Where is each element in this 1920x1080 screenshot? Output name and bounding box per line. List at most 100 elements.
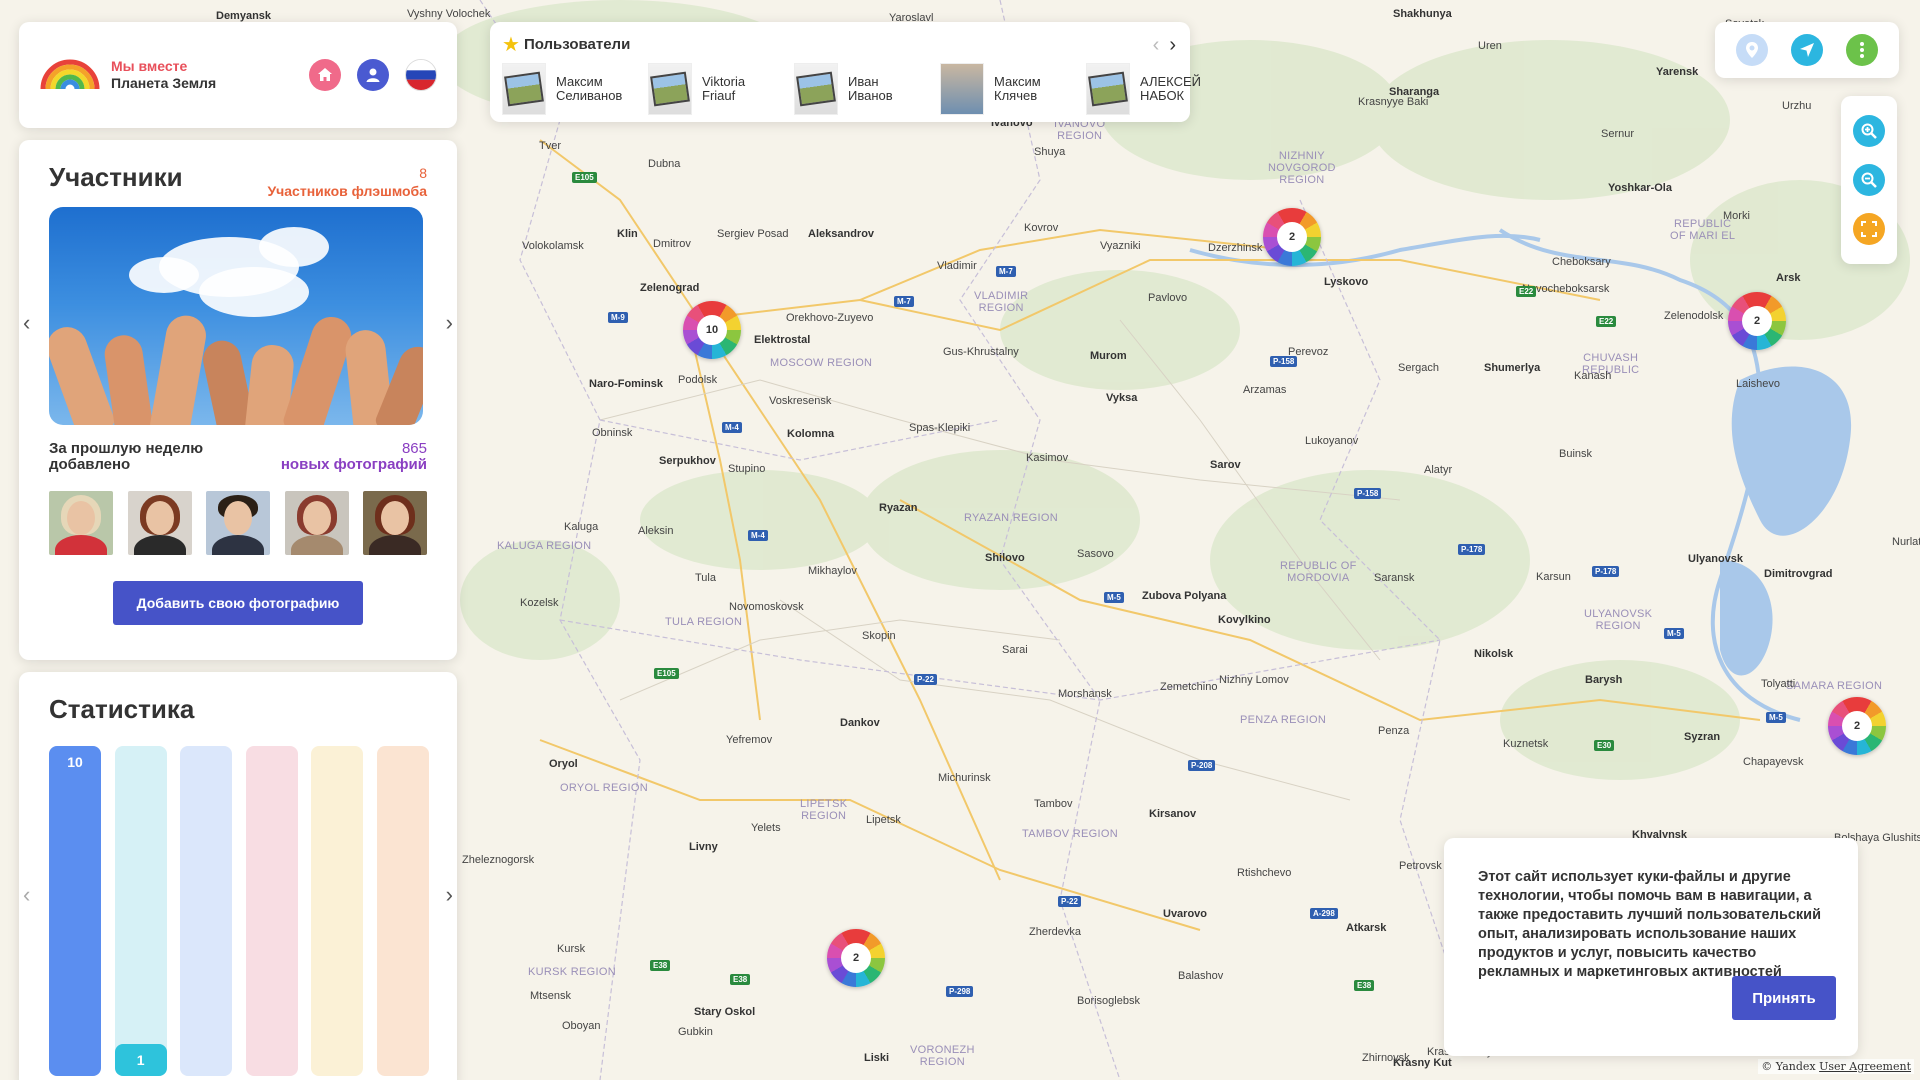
- city-label: Sarai: [1002, 644, 1028, 656]
- city-label: Serpukhov: [659, 455, 716, 467]
- road-shield: P-158: [1270, 356, 1298, 367]
- user-card[interactable]: АЛЕКСЕЙ НАБОК: [1086, 63, 1216, 115]
- brand-name[interactable]: Мы вместе Планета Земля: [111, 58, 216, 92]
- participant-avatar[interactable]: [284, 491, 349, 555]
- statistics-panel: Статистика ‹ › 10 1: [19, 672, 457, 1080]
- city-label: Yefremov: [726, 734, 773, 746]
- city-label: Dankov: [840, 717, 880, 729]
- city-label: Shakhunya: [1393, 8, 1452, 20]
- users-prev-icon[interactable]: ‹: [1153, 34, 1160, 57]
- city-label: Volokolamsk: [522, 240, 584, 252]
- brand-line1: Мы вместе: [111, 58, 188, 74]
- hero-next-icon[interactable]: ›: [446, 310, 453, 336]
- user-card[interactable]: Иван Иванов: [794, 63, 924, 115]
- zoom-out-icon[interactable]: [1853, 163, 1885, 196]
- road-shield: P-22: [914, 674, 937, 685]
- city-label: Dubna: [648, 158, 681, 170]
- yandex-attribution: © Yandex User Agreement: [1758, 1059, 1914, 1074]
- stat-bar[interactable]: [180, 746, 233, 1076]
- stat-bar[interactable]: [245, 746, 298, 1076]
- city-label: Lukoyanov: [1305, 435, 1359, 447]
- city-label: Morshansk: [1058, 688, 1112, 700]
- user-profile-icon[interactable]: [357, 59, 389, 91]
- city-label: Shilovo: [985, 552, 1025, 564]
- city-label: Shuya: [1034, 146, 1066, 158]
- road-shield: E22: [1516, 286, 1537, 297]
- stat-bar-value: 1: [114, 1044, 167, 1076]
- cookie-banner: Этот сайт использует куки-файлы и другие…: [1444, 838, 1858, 1056]
- location-pin-icon[interactable]: [1736, 34, 1769, 66]
- region-label: VORONEZH REGION: [910, 1044, 975, 1068]
- city-label: Zelenodolsk: [1664, 310, 1724, 322]
- city-label: Kovylkino: [1218, 614, 1271, 626]
- user-card[interactable]: Viktoria Friauf: [648, 63, 778, 115]
- stat-bar[interactable]: [377, 746, 429, 1076]
- photo-cluster[interactable]: 2: [827, 929, 885, 987]
- road-shield: P-298: [946, 986, 974, 997]
- city-label: Zemetchino: [1160, 681, 1218, 693]
- city-label: Kuznetsk: [1503, 738, 1549, 750]
- cluster-count: 2: [1277, 222, 1307, 252]
- add-photo-button[interactable]: Добавить свою фотографию: [113, 581, 363, 625]
- region-label: PENZA REGION: [1240, 714, 1327, 726]
- hero-prev-icon[interactable]: ‹: [23, 310, 30, 336]
- city-label: Yelets: [751, 822, 781, 834]
- cluster-count: 10: [697, 315, 727, 345]
- photo-cluster[interactable]: 2: [1828, 697, 1886, 755]
- city-label: Saransk: [1374, 572, 1415, 584]
- user-card[interactable]: Максим Селиванов: [502, 63, 632, 115]
- more-menu-icon[interactable]: [1845, 34, 1878, 66]
- stats-prev-icon[interactable]: ‹: [23, 882, 30, 908]
- city-label: Voskresensk: [769, 395, 832, 407]
- city-label: Novomoskovsk: [729, 601, 804, 613]
- city-label: Tambov: [1034, 798, 1073, 810]
- new-photos-label: новых фотографий: [280, 456, 427, 473]
- user-name: АЛЕКСЕЙ НАБОК: [1140, 74, 1201, 103]
- city-label: Michurinsk: [938, 772, 991, 784]
- participants-hero-image[interactable]: [49, 207, 423, 425]
- new-photos-counter: 865 новых фотографий: [281, 441, 427, 473]
- city-label: Rtishchevo: [1237, 867, 1292, 879]
- fullscreen-icon[interactable]: [1853, 213, 1885, 246]
- user-name: Максим Селиванов: [556, 74, 623, 103]
- city-label: Dimitrovgrad: [1764, 568, 1833, 580]
- photo-cluster[interactable]: 2: [1728, 292, 1786, 350]
- city-label: Kirsanov: [1149, 808, 1197, 820]
- russian-flag-icon[interactable]: [405, 59, 437, 91]
- home-icon[interactable]: [309, 59, 341, 91]
- city-label: Shumerlya: [1484, 362, 1541, 374]
- city-label: Kasimov: [1026, 452, 1069, 464]
- stat-bar[interactable]: 1: [114, 746, 167, 1076]
- city-label: Zelenograd: [640, 282, 700, 294]
- brand-line2: Планета Земля: [111, 75, 217, 91]
- rainbow-logo-icon[interactable]: [39, 57, 101, 93]
- region-label: LIPETSK REGION: [800, 798, 848, 822]
- city-label: Yarensk: [1656, 66, 1699, 78]
- road-shield: M-7: [894, 296, 914, 307]
- region-label: RYAZAN REGION: [964, 512, 1058, 524]
- city-label: Stupino: [728, 463, 766, 475]
- stat-bar[interactable]: 10: [49, 746, 101, 1076]
- road-shield: M-9: [608, 312, 628, 323]
- region-label: NIZHNIY NOVGOROD REGION: [1268, 150, 1336, 186]
- city-label: Livny: [689, 841, 718, 853]
- participant-avatar[interactable]: [363, 491, 427, 555]
- city-label: Nizhny Lomov: [1219, 674, 1289, 686]
- photo-cluster[interactable]: 2: [1263, 208, 1321, 266]
- participant-avatar[interactable]: [206, 491, 270, 555]
- user-card[interactable]: Максим Клячев: [940, 63, 1070, 115]
- users-next-icon[interactable]: ›: [1169, 34, 1176, 57]
- stats-next-icon[interactable]: ›: [446, 882, 453, 908]
- participant-avatar[interactable]: [127, 491, 192, 555]
- user-agreement-link[interactable]: User Agreement: [1819, 1060, 1911, 1073]
- road-shield: P-158: [1354, 488, 1382, 499]
- participant-avatar[interactable]: [49, 491, 113, 555]
- zoom-in-icon[interactable]: [1853, 114, 1885, 147]
- region-label: TAMBOV REGION: [1022, 828, 1118, 840]
- photo-cluster[interactable]: 10: [683, 301, 741, 359]
- accept-cookies-button[interactable]: Принять: [1732, 976, 1836, 1020]
- road-shield: A-298: [1310, 908, 1338, 919]
- stat-bar[interactable]: [311, 746, 364, 1076]
- city-label: Naro-Fominsk: [589, 378, 663, 390]
- navigation-arrow-icon[interactable]: [1790, 34, 1823, 66]
